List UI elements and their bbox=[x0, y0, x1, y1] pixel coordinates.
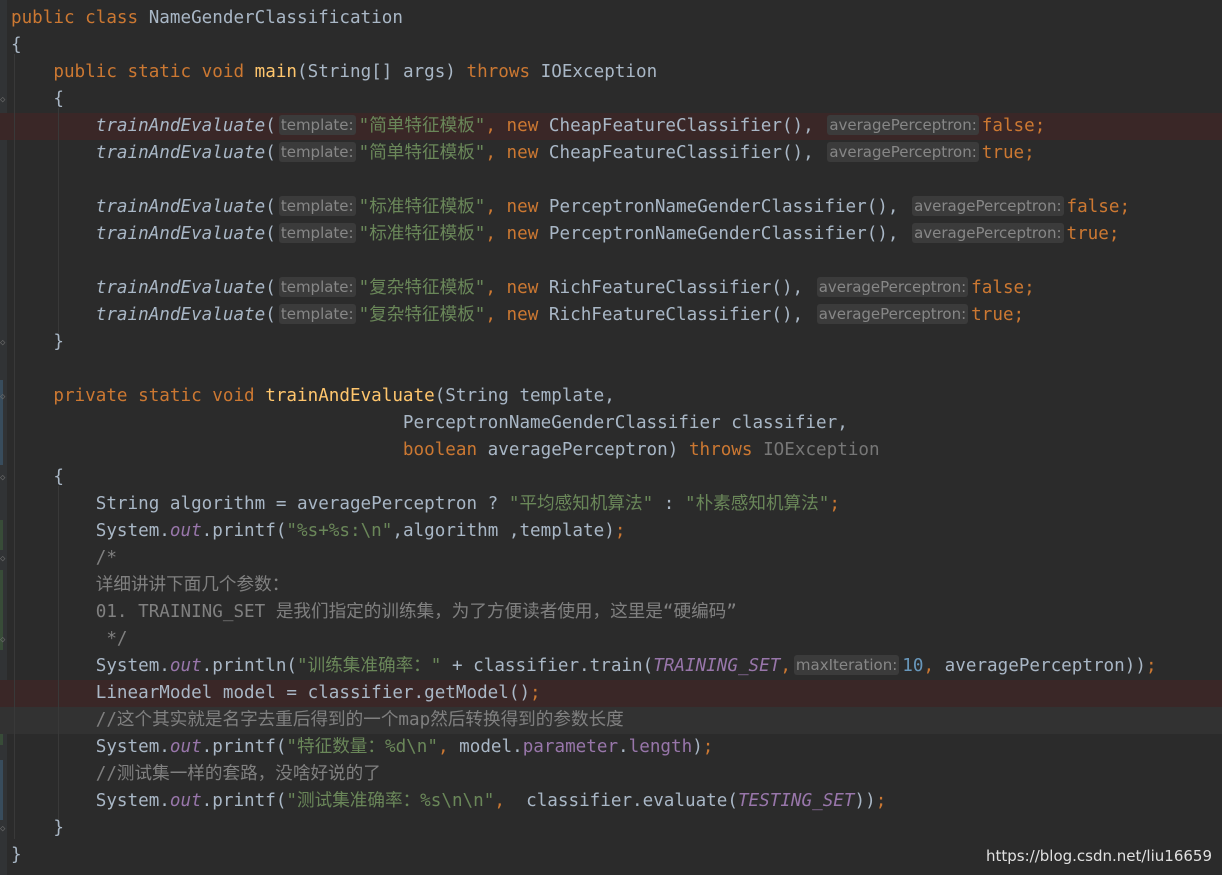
param-hint: averagePerceptron: bbox=[816, 277, 969, 297]
code-line-comment: //测试集一样的套路，没啥好说的了 bbox=[95, 764, 381, 784]
code-line-method-param: PerceptronNameGenderClassifier classifie… bbox=[402, 413, 848, 433]
code-line-class: public class NameGenderClassification bbox=[11, 8, 403, 28]
code-line-brace: } bbox=[11, 332, 64, 352]
param-hint: averagePerceptron: bbox=[827, 142, 979, 162]
code-line-main: public static void main(String[] args) t… bbox=[53, 62, 658, 82]
param-hint: template: bbox=[278, 142, 356, 162]
fold-icon[interactable]: ◇ bbox=[0, 824, 8, 834]
param-hint: averagePerceptron: bbox=[912, 223, 1064, 243]
code-line-brace: { bbox=[11, 467, 64, 487]
code-line-brace: } bbox=[11, 818, 64, 838]
code-line-close-brace: } bbox=[11, 845, 22, 865]
param-hint: template: bbox=[278, 304, 356, 324]
code-line-call: trainAndEvaluate(template: "简单特征模板", new … bbox=[95, 115, 1046, 136]
fold-icon[interactable]: ◇ bbox=[0, 554, 8, 564]
watermark: https://blog.csdn.net/liu16659 bbox=[985, 847, 1212, 865]
fold-icon[interactable]: ◇ bbox=[0, 95, 8, 105]
change-marker bbox=[0, 760, 3, 820]
code-line-comment: //这个其实就是名字去重后得到的一个map然后转换得到的参数长度 bbox=[95, 710, 624, 730]
change-marker bbox=[0, 520, 3, 550]
fold-icon[interactable]: ◇ bbox=[0, 392, 8, 402]
code-line-call: trainAndEvaluate(template: "复杂特征模板", new … bbox=[95, 277, 1035, 298]
code-line-call: trainAndEvaluate(template: "标准特征模板", new … bbox=[95, 196, 1131, 217]
code-line-comment: */ bbox=[95, 629, 128, 649]
code-line-call: trainAndEvaluate(template: "复杂特征模板", new … bbox=[95, 304, 1025, 325]
param-hint: template: bbox=[278, 277, 356, 297]
param-hint: averagePerceptron: bbox=[827, 115, 979, 135]
code-line-printf: System.out.printf("特征数量：%d\n", model.par… bbox=[11, 737, 714, 757]
code-line-method-param: boolean averagePerceptron) throws IOExce… bbox=[402, 440, 880, 460]
code-line-brace: { bbox=[11, 89, 64, 109]
code-line-comment: 详细讲讲下面几个参数： bbox=[95, 575, 290, 595]
code-line-model: LinearModel model = classifier.getModel(… bbox=[95, 683, 541, 703]
param-hint: averagePerceptron: bbox=[816, 304, 969, 324]
param-hint: template: bbox=[278, 196, 356, 216]
code-line-call: trainAndEvaluate(template: "标准特征模板", new … bbox=[95, 223, 1120, 244]
method-main: main bbox=[254, 62, 298, 82]
code-line-println: System.out.println("训练集准确率：" + classifie… bbox=[11, 655, 1157, 676]
class-name: NameGenderClassification bbox=[148, 8, 403, 28]
code-line-method-decl: private static void trainAndEvaluate(Str… bbox=[53, 386, 615, 406]
code-line-algorithm: String algorithm = averagePerceptron ? "… bbox=[95, 494, 840, 514]
fold-icon[interactable]: ◇ bbox=[0, 473, 8, 483]
code-line-printf: System.out.printf("测试集准确率：%s\n\n", class… bbox=[11, 791, 887, 811]
fold-icon[interactable]: ◇ bbox=[0, 338, 8, 348]
fold-icon[interactable]: ◇ bbox=[0, 635, 8, 645]
code-line-call: trainAndEvaluate(template: "简单特征模板", new … bbox=[95, 142, 1035, 163]
code-line-comment: 01. TRAINING_SET 是我们指定的训练集，为了方便读者使用，这里是“… bbox=[95, 602, 737, 622]
code-line-open-brace: { bbox=[11, 35, 22, 55]
param-hint: maxIteration: bbox=[793, 655, 900, 675]
param-hint: template: bbox=[278, 223, 356, 243]
code-line-printf: System.out.printf("%s+%s:\n",algorithm ,… bbox=[11, 521, 626, 541]
code-line-comment: /* bbox=[95, 548, 117, 568]
param-hint: averagePerceptron: bbox=[912, 196, 1064, 216]
method-train-and-evaluate: trainAndEvaluate bbox=[265, 386, 435, 406]
param-hint: template: bbox=[278, 115, 356, 135]
